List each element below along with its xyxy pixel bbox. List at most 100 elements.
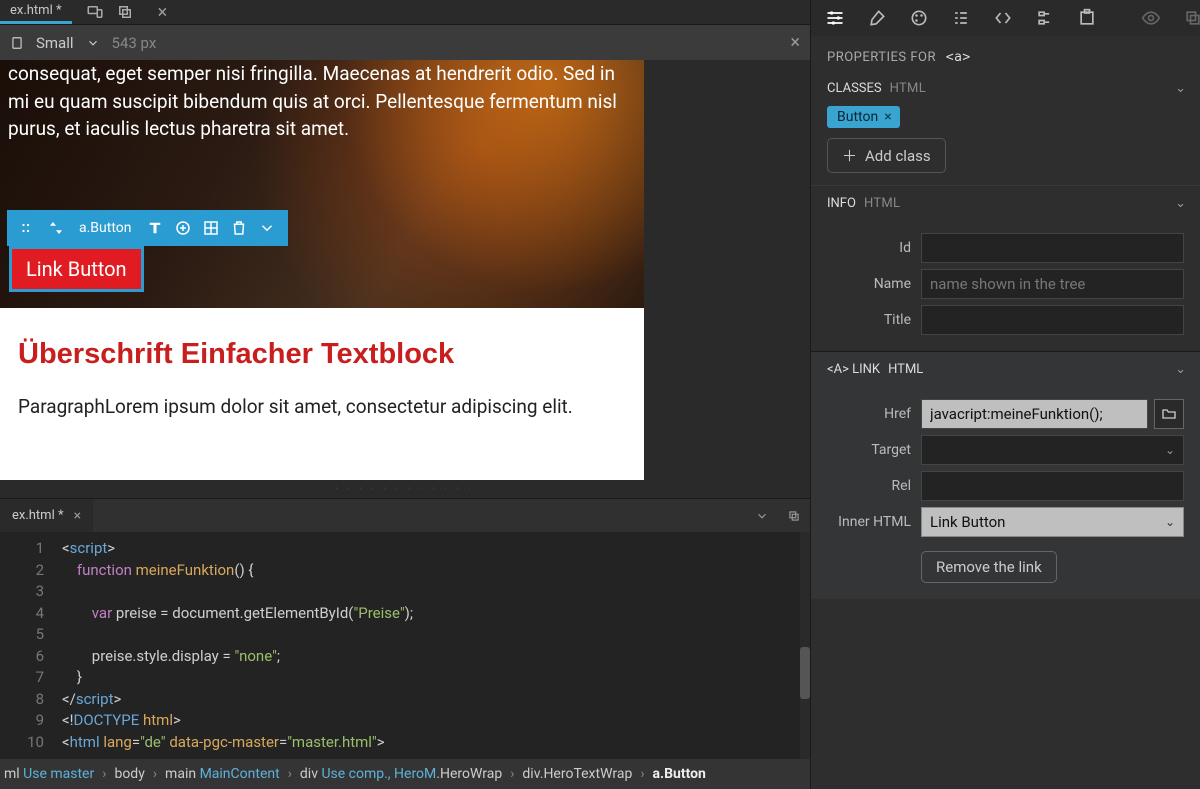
code-icon[interactable] — [993, 8, 1013, 28]
plugin-icon[interactable] — [1077, 8, 1097, 28]
device-size-label[interactable]: Small — [36, 34, 74, 52]
sort-icon[interactable] — [47, 219, 65, 237]
code-body[interactable]: <script> function meineFunktion() { var … — [56, 532, 413, 789]
title-input[interactable] — [921, 305, 1184, 335]
section-subtitle: HTML — [890, 81, 926, 96]
insert-icon[interactable] — [174, 219, 192, 237]
preview-pane: Small 543 px × consequat, eget semper ni… — [0, 24, 810, 484]
section-subtitle: HTML — [864, 196, 900, 211]
section-title: CLASSES — [827, 81, 882, 96]
chevron-down-icon[interactable]: ⌄ — [1175, 196, 1186, 211]
chevron-down-icon[interactable] — [86, 36, 100, 50]
close-icon[interactable]: × — [74, 508, 81, 524]
close-view-icon[interactable]: × — [790, 32, 800, 53]
selection-label: a.Button — [75, 220, 136, 236]
properties-for-tag: <a> — [946, 50, 971, 65]
tree-icon[interactable] — [1035, 8, 1055, 28]
content-paragraph: ParagraphLorem ipsum dolor sit amet, con… — [18, 395, 626, 418]
rel-row: Rel — [827, 471, 1184, 501]
target-select[interactable]: ⌄ — [921, 435, 1184, 465]
list-icon[interactable] — [951, 8, 971, 28]
breadcrumb: ml Use master›body›main MainContent›div … — [0, 759, 810, 789]
duplicate-icon[interactable] — [1183, 8, 1200, 28]
breadcrumb-seg[interactable]: div Use comp., HeroM.HeroWrap — [300, 766, 502, 782]
devices-icon[interactable] — [86, 3, 104, 21]
chevron-down-icon[interactable] — [746, 499, 778, 532]
chevron-down-icon: ⌄ — [1165, 515, 1175, 529]
target-label: Target — [827, 442, 921, 458]
resize-handle[interactable]: · · · · · · · · · · · · — [0, 484, 810, 498]
plus-icon: ＋ — [842, 145, 857, 166]
href-label: Href — [827, 406, 921, 422]
device-bar: Small 543 px × — [0, 24, 810, 60]
file-tab-label: ex.html * — [10, 3, 62, 18]
add-class-button[interactable]: ＋ Add class — [827, 138, 946, 173]
properties-for-row: PROPERTIES FOR <a> — [811, 36, 1200, 71]
folder-icon[interactable] — [1154, 399, 1184, 429]
section-title: <A> LINK — [827, 362, 880, 377]
eye-icon[interactable] — [1141, 8, 1161, 28]
close-icon[interactable]: × — [884, 109, 891, 125]
target-row: Target ⌄ — [827, 435, 1184, 465]
move-handle-icon[interactable] — [19, 219, 37, 237]
grid-icon[interactable] — [202, 219, 220, 237]
inner-html-value: Link Button — [930, 513, 1005, 531]
section-link: <A> LINK HTML ⌄ Href Target ⌄ — [811, 351, 1200, 599]
code-editor[interactable]: 12345678910 <script> function meineFunkt… — [0, 532, 810, 789]
right-tab-bar — [811, 0, 1200, 36]
chevron-right-icon: › — [510, 766, 514, 782]
settings-icon[interactable] — [825, 8, 845, 28]
section-title: INFO — [827, 196, 856, 211]
duplicate-icon[interactable] — [778, 499, 810, 532]
inner-html-label: Inner HTML — [827, 514, 921, 530]
breadcrumb-seg[interactable]: main MainContent — [165, 766, 280, 782]
panel-body: PROPERTIES FOR <a> CLASSES HTML ⌄ Button… — [811, 36, 1200, 789]
breadcrumb-seg[interactable]: a.Button — [653, 766, 706, 782]
file-tab-icon-group — [72, 0, 148, 24]
palette-icon[interactable] — [909, 8, 929, 28]
properties-for-label: PROPERTIES FOR — [827, 50, 936, 65]
trash-icon[interactable] — [230, 219, 248, 237]
section-classes-body: Button × ＋ Add class — [811, 106, 1200, 185]
text-edit-icon[interactable] — [146, 219, 164, 237]
device-width-value: 543 px — [112, 34, 157, 52]
inner-html-select[interactable]: Link Button ⌄ — [921, 507, 1184, 537]
section-classes-head[interactable]: CLASSES HTML ⌄ — [811, 71, 1200, 106]
file-tab[interactable]: ex.html * — [0, 0, 72, 24]
content-heading: Überschrift Einfacher Textblock — [18, 338, 626, 371]
name-row: Name — [827, 269, 1184, 299]
chevron-right-icon: › — [288, 766, 292, 782]
section-link-body: Href Target ⌄ Rel — [811, 387, 1200, 599]
breadcrumb-seg[interactable]: div.HeroTextWrap — [522, 766, 632, 782]
id-label: Id — [827, 240, 921, 256]
name-input[interactable] — [921, 269, 1184, 299]
breadcrumb-seg[interactable]: ml Use master — [4, 766, 94, 782]
chevron-down-icon[interactable] — [258, 219, 276, 237]
title-row: Title — [827, 305, 1184, 335]
preview-frame[interactable]: consequat, eget semper nisi fringilla. M… — [0, 60, 644, 480]
section-info-head[interactable]: INFO HTML ⌄ — [811, 185, 1200, 221]
code-tab[interactable]: ex.html * × — [0, 499, 93, 532]
code-tab-label: ex.html * — [12, 508, 64, 523]
title-label: Title — [827, 312, 921, 328]
id-input[interactable] — [921, 233, 1184, 263]
inner-html-row: Inner HTML Link Button ⌄ — [827, 507, 1184, 537]
rel-input[interactable] — [921, 471, 1184, 501]
remove-link-button[interactable]: Remove the link — [921, 551, 1057, 583]
chevron-down-icon[interactable]: ⌄ — [1175, 362, 1186, 377]
duplicate-icon[interactable] — [116, 3, 134, 21]
href-input[interactable] — [921, 399, 1148, 429]
scrollbar-thumb[interactable] — [800, 647, 810, 699]
scrollbar-track[interactable] — [800, 532, 810, 789]
hero-section: consequat, eget semper nisi fringilla. M… — [0, 60, 644, 308]
page-outline-icon[interactable] — [10, 36, 24, 50]
add-class-label: Add class — [865, 147, 931, 165]
link-button[interactable]: Link Button — [10, 247, 143, 291]
close-tab-icon[interactable]: × — [148, 2, 178, 23]
breadcrumb-seg[interactable]: body — [114, 766, 144, 782]
chevron-down-icon[interactable]: ⌄ — [1175, 81, 1186, 96]
brush-icon[interactable] — [867, 8, 887, 28]
class-chip[interactable]: Button × — [827, 106, 900, 128]
section-link-head[interactable]: <A> LINK HTML ⌄ — [811, 352, 1200, 387]
chevron-down-icon: ⌄ — [1165, 443, 1175, 457]
